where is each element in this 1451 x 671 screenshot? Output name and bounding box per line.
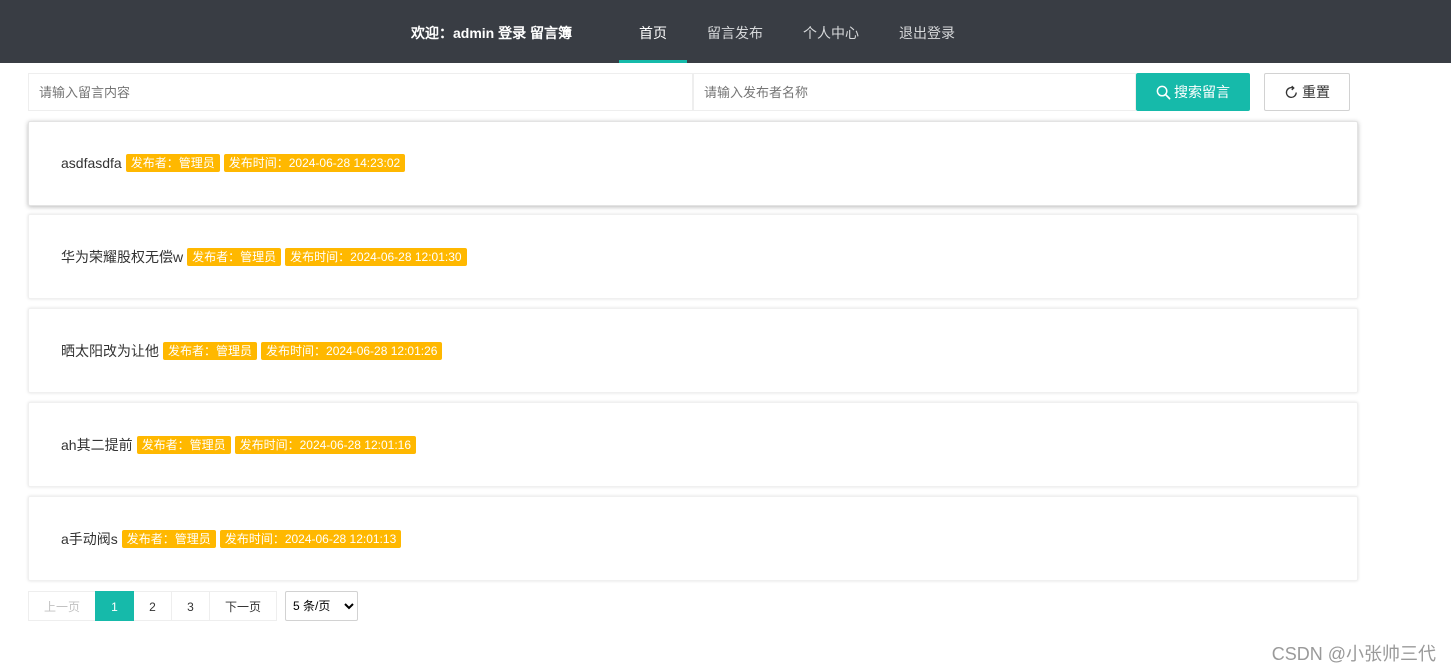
message-content: 晒太阳改为让他 (61, 343, 159, 359)
message-content: ah其二提前 (61, 437, 133, 453)
search-icon (1156, 85, 1171, 100)
nav-logout[interactable]: 退出登录 (889, 0, 965, 63)
message-content: asdfasdfa (61, 155, 122, 171)
author-badge: 发布者：管理员 (121, 530, 216, 548)
time-badge: 发布时间：2024-06-28 14:23:02 (223, 154, 406, 172)
author-badge: 发布者：管理员 (163, 342, 258, 360)
time-badge: 发布时间：2024-06-28 12:01:30 (285, 248, 467, 266)
reset-button[interactable]: 重置 (1264, 73, 1350, 111)
message-content: 华为荣耀股权无偿w (61, 249, 184, 265)
page-3-button[interactable]: 3 (171, 591, 210, 621)
search-message-button[interactable]: 搜索留言 (1136, 73, 1250, 111)
message-content-search-input[interactable] (28, 73, 693, 111)
message-card[interactable]: a手动阀s 发布者：管理员 发布时间：2024-06-28 12:01:13 (28, 496, 1358, 581)
author-badge: 发布者：管理员 (136, 436, 231, 454)
message-card[interactable]: asdfasdfa 发布者：管理员 发布时间：2024-06-28 14:23:… (28, 121, 1358, 206)
time-badge: 发布时间：2024-06-28 12:01:26 (261, 342, 443, 360)
message-card[interactable]: 华为荣耀股权无偿w 发布者：管理员 发布时间：2024-06-28 12:01:… (28, 214, 1358, 299)
author-name-search-input[interactable] (693, 73, 1136, 111)
welcome-brand: 欢迎：admin 登录 留言簿 (411, 25, 573, 41)
nav-profile[interactable]: 个人中心 (793, 0, 869, 63)
time-badge: 发布时间：2024-06-28 12:01:16 (234, 436, 417, 454)
next-page-button[interactable]: 下一页 (209, 591, 277, 621)
message-card[interactable]: 晒太阳改为让他 发布者：管理员 发布时间：2024-06-28 12:01:26 (28, 308, 1358, 393)
nav-post-message[interactable]: 留言发布 (697, 0, 773, 63)
page-1-button[interactable]: 1 (95, 591, 134, 621)
page-size-select[interactable]: 5 条/页 (285, 591, 358, 621)
top-navbar: 欢迎：admin 登录 留言簿 首页 留言发布 个人中心 退出登录 (0, 0, 1451, 63)
search-button-label: 搜索留言 (1174, 84, 1230, 100)
author-badge: 发布者：管理员 (125, 154, 220, 172)
reset-button-label: 重置 (1302, 84, 1330, 100)
author-badge: 发布者：管理员 (187, 248, 282, 266)
page-2-button[interactable]: 2 (133, 591, 172, 621)
prev-page-button[interactable]: 上一页 (28, 591, 96, 621)
csdn-watermark: CSDN @小张帅三代 (1271, 644, 1436, 664)
pagination: 上一页 1 2 3 下一页 (28, 591, 277, 621)
time-badge: 发布时间：2024-06-28 12:01:13 (219, 530, 402, 548)
message-card[interactable]: ah其二提前 发布者：管理员 发布时间：2024-06-28 12:01:16 (28, 402, 1358, 487)
refresh-icon (1284, 85, 1299, 100)
message-content: a手动阀s (61, 531, 118, 547)
nav-home[interactable]: 首页 (619, 0, 687, 63)
